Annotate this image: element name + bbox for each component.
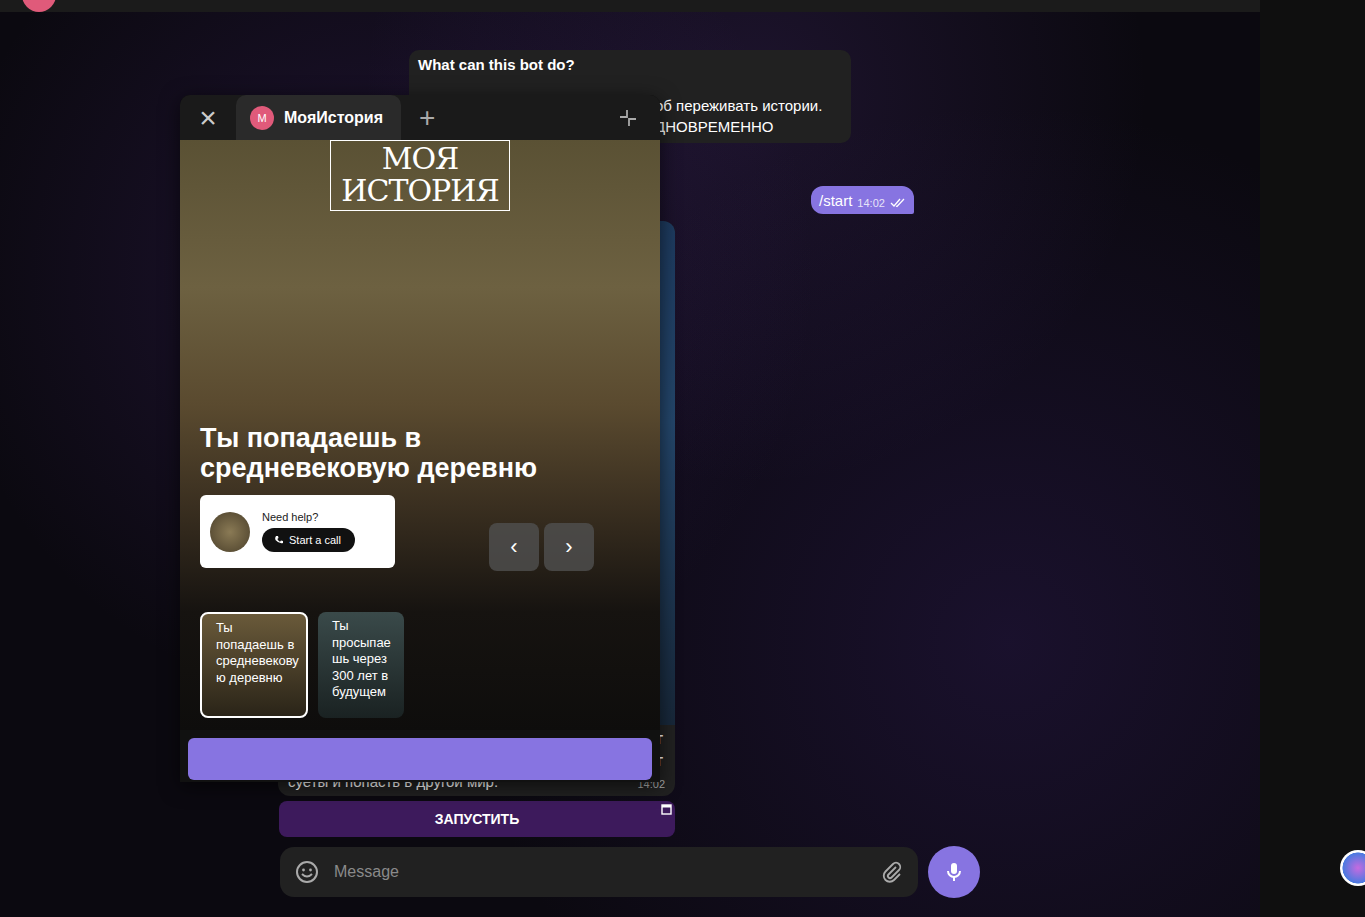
outgoing-message[interactable]: /start 14:02 xyxy=(811,186,914,214)
story-thumb[interactable]: Ты попадаешь в средневековую деревню xyxy=(200,612,308,718)
mini-app-window: × М МояИстория + МОЯИСТОРИЯ Ты попадаешь… xyxy=(180,95,660,782)
launch-button[interactable]: ЗАПУСТИТЬ xyxy=(279,801,675,837)
help-widget: Need help? Start a call xyxy=(200,495,395,568)
main-button[interactable] xyxy=(188,738,652,780)
extension-icon[interactable] xyxy=(1340,850,1365,886)
chat-header xyxy=(0,0,1260,12)
telegram-window: What can this bot do? об переживать исто… xyxy=(0,0,1365,917)
story-title: Ты попадаешь в средневековую деревню xyxy=(200,423,570,483)
close-button[interactable]: × xyxy=(180,101,236,135)
message-input[interactable]: Message xyxy=(334,863,866,881)
story-slide: МОЯИСТОРИЯ Ты попадаешь в средневековую … xyxy=(180,140,660,730)
chat-avatar[interactable] xyxy=(22,0,56,12)
start-call-button[interactable]: Start a call xyxy=(262,528,355,552)
app-logo: МОЯИСТОРИЯ xyxy=(330,140,509,211)
right-strip xyxy=(1260,0,1365,917)
message-composer[interactable]: Message xyxy=(280,847,918,897)
agent-avatar xyxy=(210,512,250,552)
collapse-icon[interactable] xyxy=(618,108,638,128)
new-tab-button[interactable]: + xyxy=(419,102,435,134)
message-text: /start xyxy=(819,192,852,209)
slide-nav-button[interactable]: › xyxy=(544,523,594,571)
open-app-icon xyxy=(661,804,672,815)
read-ticks-icon xyxy=(890,198,906,208)
phone-icon xyxy=(274,535,284,545)
slide-nav-button[interactable]: ‹ xyxy=(489,523,539,571)
emoji-icon[interactable] xyxy=(294,859,320,885)
message-time: 14:02 xyxy=(857,197,885,209)
attach-icon[interactable] xyxy=(880,860,904,884)
story-thumb[interactable]: Ты просыпаешь через 300 лет в будущем xyxy=(318,612,404,718)
app-avatar: М xyxy=(250,106,274,130)
info-title: What can this bot do? xyxy=(418,56,842,73)
voice-button[interactable] xyxy=(928,846,980,898)
microphone-icon xyxy=(943,861,965,883)
mini-app-header: × М МояИстория + xyxy=(180,95,660,140)
app-tab[interactable]: М МояИстория xyxy=(236,95,401,140)
